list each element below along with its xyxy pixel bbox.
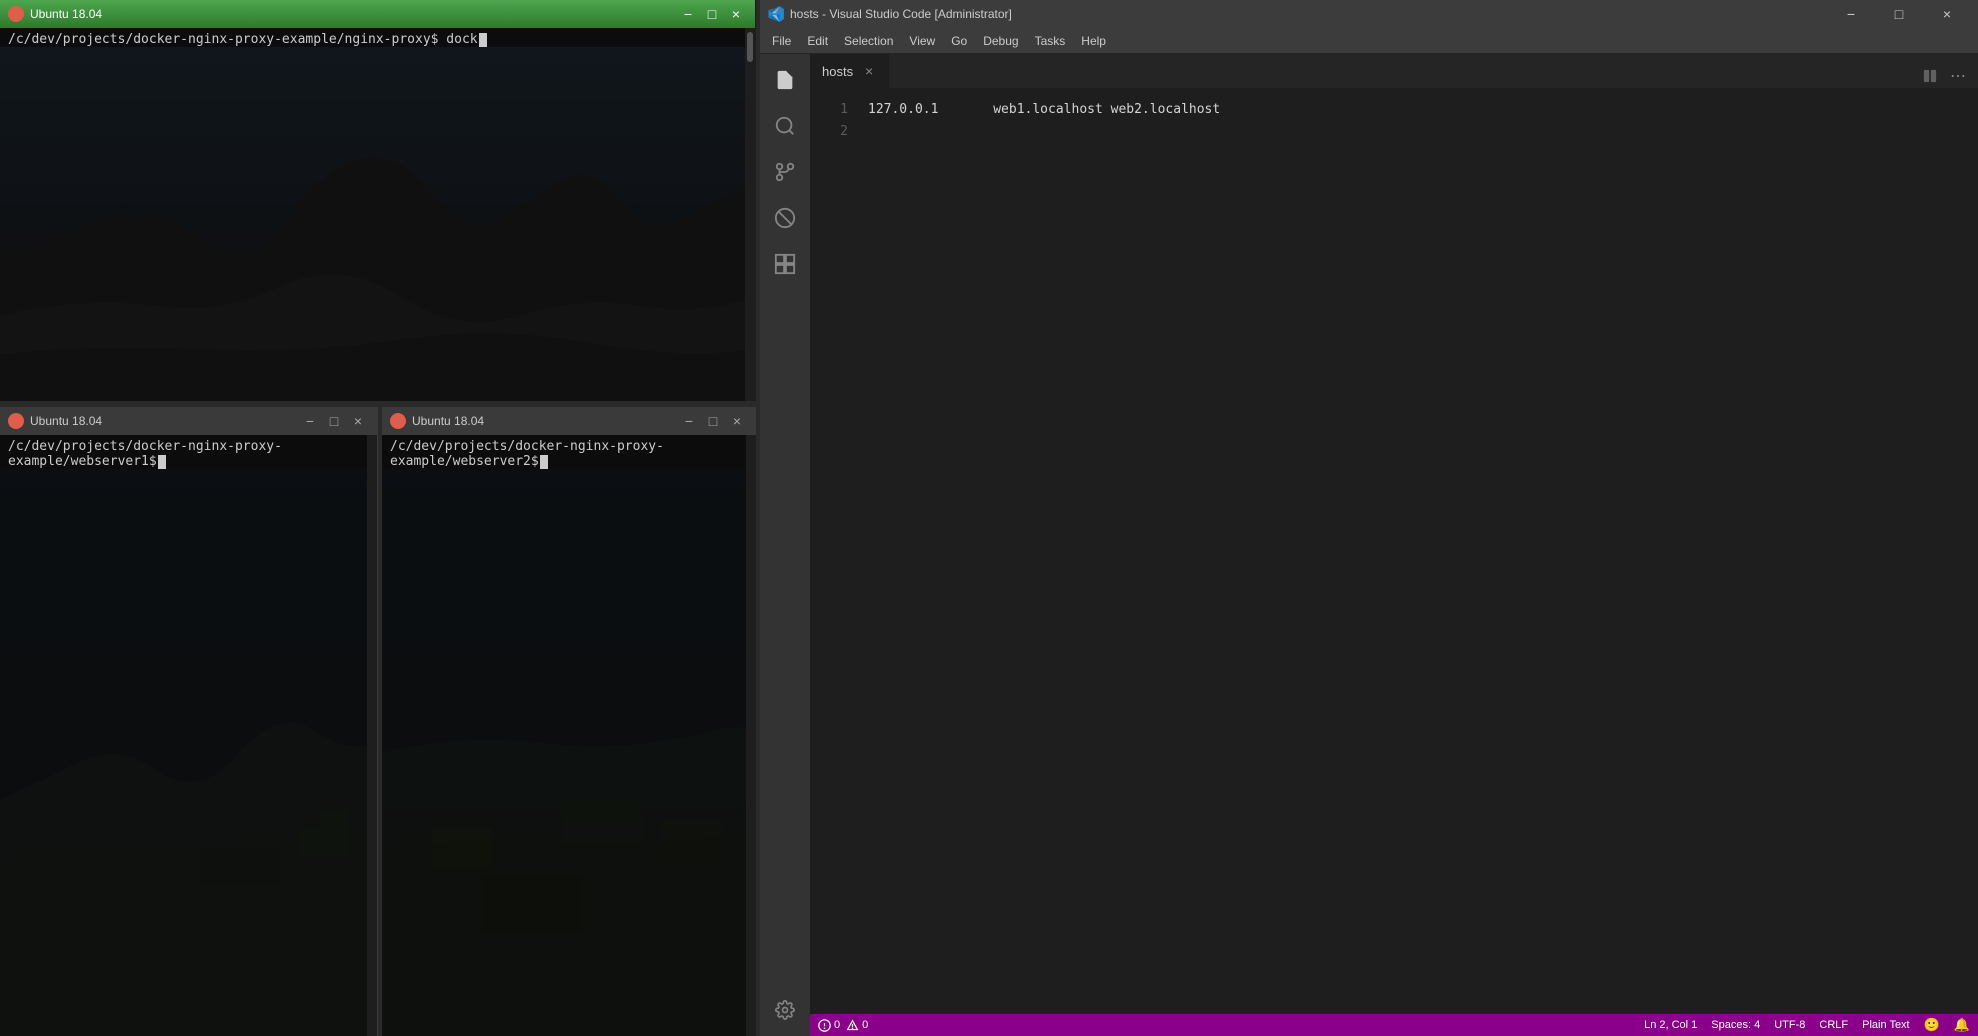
- tab-hosts[interactable]: hosts ×: [810, 54, 890, 88]
- web2-prompt: /c/dev/projects/docker-nginx-proxy-examp…: [382, 435, 756, 469]
- web1-icon: [8, 413, 24, 429]
- menu-debug[interactable]: Debug: [975, 31, 1026, 51]
- error-icon: [818, 1019, 831, 1032]
- status-right: Ln 2, Col 1 Spaces: 4 UTF-8 CRLF Plain T…: [1644, 1017, 1970, 1033]
- vertical-divider-terminal: [756, 0, 760, 1036]
- vscode-icon: [768, 6, 784, 22]
- menu-tasks[interactable]: Tasks: [1027, 31, 1074, 51]
- vscode-close-btn[interactable]: ×: [1924, 0, 1970, 28]
- web1-terminal: Ubuntu 18.04 − □ × /c/dev/projects/docke…: [0, 407, 378, 1036]
- activity-search[interactable]: [763, 104, 807, 148]
- status-warnings[interactable]: 0: [846, 1019, 868, 1032]
- nginx-maximize[interactable]: □: [701, 5, 723, 23]
- debug-icon: [774, 207, 796, 229]
- web1-scrollbar[interactable]: [367, 435, 377, 1036]
- menu-view[interactable]: View: [901, 31, 943, 51]
- line-number-1: 1: [810, 99, 848, 121]
- web1-close[interactable]: ×: [347, 412, 369, 430]
- web2-titlebar: Ubuntu 18.04 − □ ×: [382, 407, 756, 435]
- web1-bg-art: [0, 469, 377, 1036]
- status-left: 0 0: [818, 1019, 868, 1032]
- source-control-icon: [774, 161, 796, 183]
- vscode-statusbar: 0 0 Ln 2, Col 1: [810, 1014, 1978, 1036]
- web1-title: Ubuntu 18.04: [30, 414, 299, 428]
- menu-selection[interactable]: Selection: [836, 31, 901, 51]
- vscode-maximize-btn[interactable]: □: [1876, 0, 1922, 28]
- nginx-close[interactable]: ×: [725, 5, 747, 23]
- menu-help[interactable]: Help: [1073, 31, 1114, 51]
- warning-icon: [846, 1019, 859, 1032]
- vscode-menubar: File Edit Selection View Go Debug Tasks …: [760, 28, 1978, 54]
- line-number-2: 2: [810, 121, 848, 143]
- vertical-divider-bottom-terminals: [378, 407, 382, 1036]
- nginx-cursor: [479, 33, 487, 47]
- split-editor-btn[interactable]: [1918, 64, 1942, 88]
- editor-scrollbar[interactable]: [1968, 89, 1978, 1014]
- web2-title: Ubuntu 18.04: [412, 414, 678, 428]
- web2-bg-art: [382, 469, 756, 1036]
- web2-body[interactable]: [382, 469, 756, 1036]
- web2-minimize[interactable]: −: [678, 412, 700, 430]
- editor-content[interactable]: 1 2 127.0.0.1 web1.localhost web2.localh…: [810, 89, 1978, 1014]
- line-numbers: 1 2: [810, 89, 860, 1014]
- tab-hosts-close[interactable]: ×: [861, 63, 877, 79]
- nginx-terminal: Ubuntu 18.04 − □ × /c/dev/projects/docke…: [0, 0, 755, 402]
- vscode-titlebar: hosts - Visual Studio Code [Administrato…: [760, 0, 1978, 28]
- status-line-col[interactable]: Ln 2, Col 1: [1644, 1019, 1697, 1031]
- status-language[interactable]: Plain Text: [1862, 1019, 1910, 1031]
- status-bell[interactable]: 🔔: [1954, 1017, 1970, 1033]
- status-spaces[interactable]: Spaces: 4: [1711, 1019, 1760, 1031]
- nginx-minimize[interactable]: −: [677, 5, 699, 23]
- activity-source-control[interactable]: [763, 150, 807, 194]
- activity-debug[interactable]: [763, 196, 807, 240]
- activity-extensions[interactable]: [763, 242, 807, 286]
- menu-edit[interactable]: Edit: [799, 31, 836, 51]
- code-line-1: 127.0.0.1 web1.localhost web2.localhost: [860, 99, 1968, 121]
- web2-cursor: [540, 455, 548, 469]
- more-actions-btn[interactable]: ⋯: [1946, 64, 1970, 88]
- web1-cursor: [158, 455, 166, 469]
- nginx-body[interactable]: [0, 47, 755, 402]
- extensions-icon: [774, 253, 796, 275]
- editor-area: hosts × ⋯: [810, 54, 1978, 1036]
- web1-titlebar: Ubuntu 18.04 − □ ×: [0, 407, 377, 435]
- web1-minimize[interactable]: −: [299, 412, 321, 430]
- nginx-bg-art: [0, 47, 755, 402]
- status-encoding[interactable]: UTF-8: [1774, 1019, 1805, 1031]
- nginx-scrollbar[interactable]: [745, 28, 755, 402]
- nginx-titlebar: Ubuntu 18.04 − □ ×: [0, 0, 755, 28]
- vscode-minimize-btn[interactable]: −: [1828, 0, 1874, 28]
- web2-scrollbar[interactable]: [746, 435, 756, 1036]
- web1-body[interactable]: [0, 469, 377, 1036]
- status-line-ending[interactable]: CRLF: [1819, 1019, 1848, 1031]
- activity-settings[interactable]: [763, 988, 807, 1032]
- nginx-icon: [8, 6, 24, 22]
- web2-icon: [390, 413, 406, 429]
- web2-terminal: Ubuntu 18.04 − □ × /c/dev/projects/docke…: [382, 407, 756, 1036]
- activity-explorer[interactable]: [763, 58, 807, 102]
- status-errors[interactable]: 0: [818, 1019, 840, 1032]
- activity-bar: [760, 54, 810, 1036]
- code-area[interactable]: 127.0.0.1 web1.localhost web2.localhost: [860, 89, 1968, 1014]
- status-smiley[interactable]: 🙂: [1924, 1017, 1940, 1033]
- web2-maximize[interactable]: □: [702, 412, 724, 430]
- web1-maximize[interactable]: □: [323, 412, 345, 430]
- nginx-prompt: /c/dev/projects/docker-nginx-proxy-examp…: [0, 28, 755, 47]
- search-icon: [774, 115, 796, 137]
- files-icon: [774, 69, 796, 91]
- menu-go[interactable]: Go: [943, 31, 975, 51]
- vscode-window: hosts - Visual Studio Code [Administrato…: [760, 0, 1978, 1036]
- web1-prompt: /c/dev/projects/docker-nginx-proxy-examp…: [0, 435, 377, 469]
- vscode-title: hosts - Visual Studio Code [Administrato…: [790, 7, 1828, 21]
- nginx-title: Ubuntu 18.04: [30, 7, 677, 21]
- tab-hosts-label: hosts: [822, 64, 853, 79]
- menu-file[interactable]: File: [764, 31, 799, 51]
- error-count: 0: [834, 1019, 840, 1031]
- web2-close[interactable]: ×: [726, 412, 748, 430]
- split-icon: [1923, 69, 1937, 83]
- gear-icon: [775, 1000, 795, 1020]
- tab-bar: hosts × ⋯: [810, 54, 1978, 89]
- warning-count: 0: [862, 1019, 868, 1031]
